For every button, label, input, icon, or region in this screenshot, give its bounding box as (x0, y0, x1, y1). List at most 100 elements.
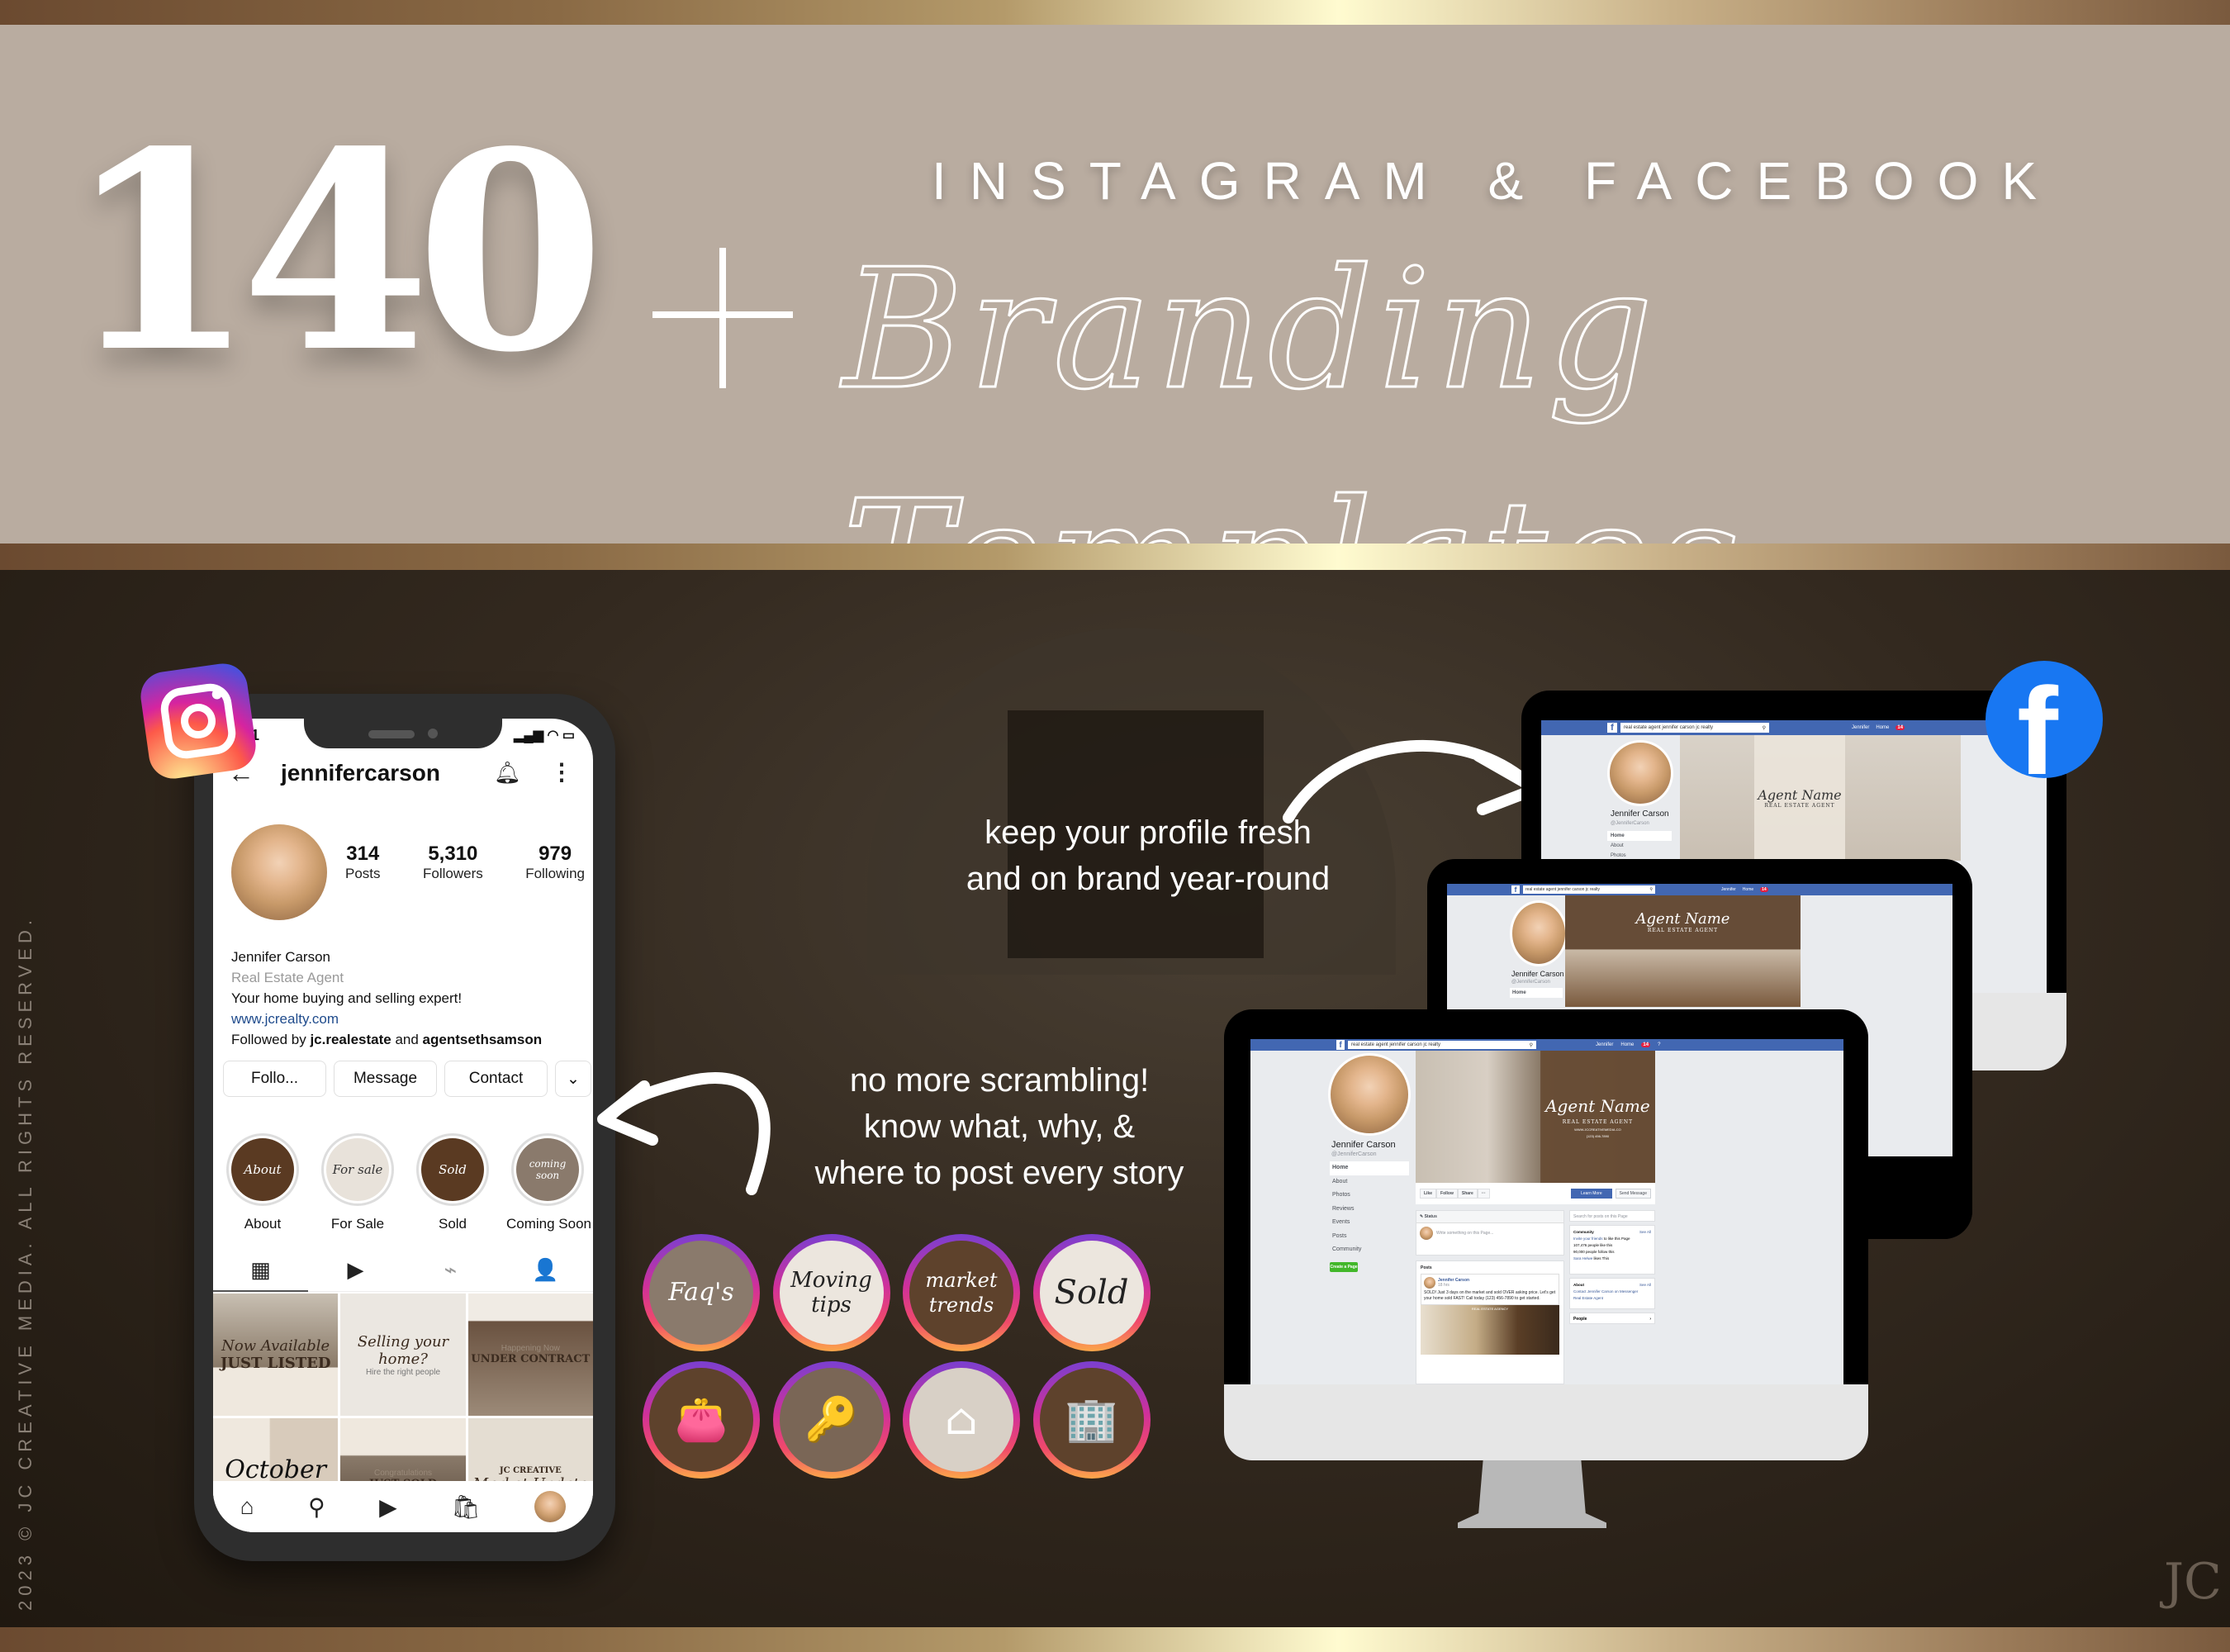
nav-about[interactable]: About (1330, 1175, 1409, 1189)
facebook-profile-photo[interactable] (1328, 1053, 1411, 1136)
bio-website-link[interactable]: www.jcrealty.com (231, 1009, 542, 1029)
gold-divider-bottom (0, 1627, 2230, 1652)
grid-post[interactable]: Now Available JUST LISTED (213, 1294, 339, 1416)
search-posts-input[interactable]: Search for posts on this Page (1569, 1210, 1655, 1222)
active-tab-indicator (213, 1290, 308, 1292)
more-options-icon[interactable]: ⋮ (550, 758, 573, 786)
top-user-link[interactable]: Jennifer (1596, 1042, 1613, 1047)
learn-more-button[interactable]: Learn More (1571, 1189, 1612, 1199)
community-see-all-link[interactable]: See All (1639, 1229, 1651, 1236)
share-button[interactable]: Share (1457, 1189, 1478, 1199)
notification-badge[interactable]: 14 (1896, 725, 1905, 730)
top-home-link[interactable]: Home (1876, 725, 1889, 730)
stat-followers[interactable]: 5,310 Followers (423, 843, 483, 882)
highlight-cover-keys[interactable]: 🔑 (772, 1361, 890, 1479)
top-user-link[interactable]: Jennifer (1721, 887, 1736, 892)
bell-icon[interactable]: 🔔︎ (494, 760, 521, 786)
status-tab[interactable]: ✎ Status (1416, 1211, 1563, 1223)
gold-divider-top (0, 0, 2230, 25)
post-image[interactable]: REAL ESTATE AGENCY (1421, 1305, 1559, 1355)
stories-caption: no more scrambling! know what, why, & wher… (814, 1062, 1184, 1191)
more-actions-button[interactable]: ··· (1477, 1189, 1490, 1199)
shop-icon[interactable]: 🛍 (451, 1493, 481, 1521)
facebook-profile-photo[interactable] (1510, 900, 1568, 966)
liker-link[interactable]: Sara Helwe (1573, 1256, 1592, 1260)
follows-count: 90,000 people follow this (1573, 1250, 1615, 1254)
highlight-cover-location[interactable]: ⌂ (903, 1361, 1020, 1479)
composer-input[interactable]: Write something on this Page... (1436, 1231, 1493, 1236)
nav-reviews[interactable]: Reviews (1330, 1203, 1409, 1217)
message-button[interactable]: Message (334, 1061, 437, 1097)
nav-home[interactable]: Home (1510, 988, 1563, 998)
send-message-button[interactable]: Send Message (1615, 1189, 1651, 1199)
facebook-profile-photo[interactable] (1607, 740, 1673, 806)
notification-badge[interactable]: 14 (1760, 887, 1768, 892)
reels-icon[interactable]: ▶ (379, 1493, 397, 1521)
status-icons: ▂▄▆ ◠ ▭ (514, 729, 575, 743)
nav-photos[interactable]: Photos (1330, 1189, 1409, 1203)
notification-badge[interactable]: 14 (1641, 1042, 1651, 1047)
messenger-contact-link[interactable]: Contact Jennifer Carson on Messenger (1573, 1289, 1651, 1295)
top-home-link[interactable]: Home (1620, 1042, 1634, 1047)
tagged-tab-icon[interactable]: 👤 (521, 1257, 571, 1283)
bottom-navigation: ⌂ ⚲ ▶ 🛍 (213, 1481, 593, 1532)
highlight-cover-wallet[interactable]: 👛 (643, 1361, 760, 1479)
about-see-all-link[interactable]: See All (1639, 1282, 1651, 1289)
nav-events[interactable]: Events (1330, 1216, 1409, 1230)
create-page-button[interactable]: Create a Page (1330, 1262, 1358, 1272)
search-icon: ⚲ (1762, 725, 1766, 731)
stat-posts[interactable]: 314 Posts (345, 843, 381, 882)
category-link[interactable]: Real Estate Agent (1573, 1295, 1651, 1302)
nav-home[interactable]: Home (1607, 831, 1672, 841)
grid-post[interactable]: Selling your home? Hire the right people (340, 1294, 466, 1416)
facebook-f-icon[interactable]: f (1607, 723, 1617, 733)
facebook-action-bar: Like Follow Share ··· Learn More Send Messag… (1416, 1183, 1655, 1204)
highlight-cover-buildings[interactable]: 🏢 (1032, 1361, 1151, 1479)
follower-link[interactable]: agentsethsamson (423, 1032, 543, 1047)
igtv-tab-icon[interactable]: ⌁ (426, 1257, 476, 1283)
stat-following[interactable]: 979 Following (525, 843, 585, 882)
highlight-for-sale[interactable]: For sale For Sale (316, 1133, 399, 1232)
highlight-cover-faqs[interactable]: Faq's (643, 1234, 760, 1351)
facebook-search-input[interactable]: real estate agent jennifer carson jc rea… (1620, 723, 1769, 733)
nav-community[interactable]: Community (1330, 1243, 1409, 1257)
facebook-f-icon[interactable]: f (1336, 1040, 1345, 1050)
contact-button[interactable]: Contact (444, 1061, 548, 1097)
highlight-coming-soon[interactable]: coming soon Coming Soon (506, 1133, 591, 1232)
like-button[interactable]: Like (1420, 1189, 1437, 1199)
facebook-post: Jennifer Carson 18 hrs SOLD! Just 3 days … (1421, 1274, 1559, 1305)
highlight-about[interactable]: About About (221, 1133, 304, 1232)
office-building-icon: 🏢 (1065, 1395, 1118, 1445)
highlight-cover-market-trends[interactable]: market trends (903, 1234, 1020, 1351)
nav-posts[interactable]: Posts (1330, 1230, 1409, 1244)
search-icon[interactable]: ⚲ (308, 1493, 325, 1521)
grid-post[interactable]: Happening Now UNDER CONTRACT (467, 1294, 593, 1416)
jc-watermark-logo: JC (2164, 1553, 2222, 1611)
nav-home[interactable]: Home (1330, 1161, 1409, 1175)
facebook-search-input[interactable]: real estate agent jennifer carson jc rea… (1523, 885, 1655, 894)
profile-nav-avatar[interactable] (534, 1491, 567, 1522)
reels-tab-icon[interactable]: ▶ (331, 1257, 381, 1283)
phone-notch (304, 719, 502, 748)
follow-button[interactable]: Follo... (223, 1061, 326, 1097)
hero-subtitle: INSTAGRAM & FACEBOOK (932, 151, 2061, 211)
nav-about[interactable]: About (1607, 841, 1672, 851)
follower-link[interactable]: jc.realestate (310, 1032, 391, 1047)
about-card: About See All Contact Jennifer Carson on … (1569, 1278, 1655, 1309)
invite-friends-link[interactable]: Invite your friends (1573, 1237, 1603, 1241)
bio-role: Real Estate Agent (231, 970, 344, 985)
top-user-link[interactable]: Jennifer (1852, 725, 1869, 730)
highlight-cover-moving-tips[interactable]: Moving tips (772, 1234, 890, 1351)
facebook-search-input[interactable]: real estate agent jennifer carson jc rea… (1348, 1041, 1536, 1049)
people-card[interactable]: People › (1569, 1313, 1655, 1324)
facebook-f-icon[interactable]: f (1511, 885, 1520, 894)
home-icon[interactable]: ⌂ (240, 1493, 254, 1520)
top-home-link[interactable]: Home (1743, 887, 1753, 892)
facebook-posts-section: Posts Jennifer Carson 18 hrs SOLD! Just 3… (1416, 1260, 1564, 1384)
grid-tab-icon[interactable]: ▦ (236, 1257, 286, 1283)
facebook-handle: @JenniferCarson (1611, 821, 1649, 826)
highlight-cover-sold[interactable]: Sold (1032, 1234, 1151, 1351)
highlight-sold[interactable]: Sold Sold (411, 1133, 494, 1232)
follow-button[interactable]: Follow (1436, 1189, 1458, 1199)
profile-avatar[interactable] (231, 824, 327, 920)
